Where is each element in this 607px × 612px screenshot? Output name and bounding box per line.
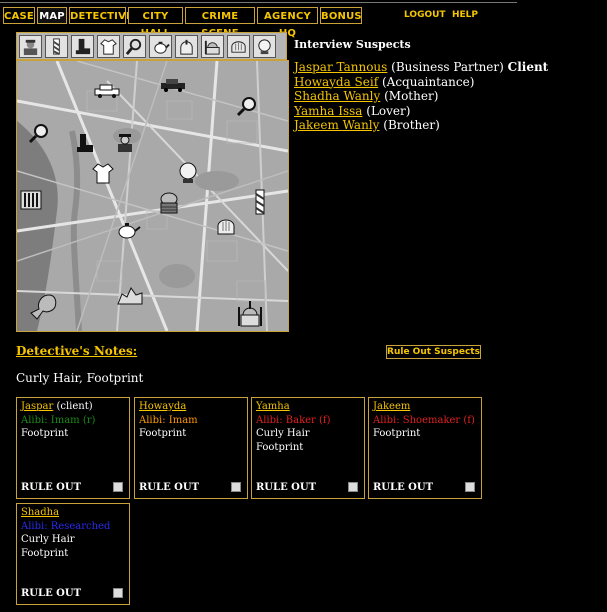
suspect-row: Yamha Issa (Lover) [294,104,594,119]
city-map[interactable] [16,60,289,332]
rule-out-checkbox[interactable] [465,482,475,492]
tab-crime-scene[interactable]: CRIME SCENE [185,7,255,39]
pointing-hand-icon[interactable] [29,289,59,325]
library-icon[interactable] [19,187,43,215]
boot-icon[interactable] [71,34,94,58]
suspect-row: Shadha Wanly (Mother) [294,89,594,104]
tab-agency-hq[interactable]: AGENCY HQ [257,7,318,39]
suspect-role: (Mother) [384,89,439,103]
card-name-link[interactable]: Jaspar [21,401,53,412]
card-name-link[interactable]: Shadha [21,507,59,518]
card-trait: Curly Hair [256,428,310,439]
magnifier-icon[interactable] [123,34,146,58]
card-trait: Footprint [373,428,421,439]
card-trait: Footprint [21,547,69,559]
mosque-icon[interactable] [237,299,263,331]
card-name-link[interactable]: Yamha [256,401,290,412]
interview-suspects-panel: Interview Suspects Jaspar Tannous (Busin… [294,38,594,133]
rule-out-label: RULE OUT [256,482,317,493]
teapot-icon[interactable] [115,219,141,245]
boot-icon[interactable] [74,133,94,157]
rule-out-label: RULE OUT [373,482,434,493]
detective-icon[interactable] [115,131,135,157]
suspect-role: (Acquaintance) [381,74,475,89]
barber-pole-icon[interactable] [45,34,68,58]
suspect-link-shadha[interactable]: Shadha Wanly [294,89,380,103]
shirt-icon[interactable] [97,34,120,58]
suspect-link-howayda[interactable]: Howayda Seif [294,75,378,89]
shirt-icon[interactable] [91,161,115,189]
suspect-card-jakeem: Jakeem Alibi: Shoemaker (f) Footprint RU… [368,397,482,499]
bread-icon[interactable] [227,34,250,58]
detective-icon[interactable] [19,34,42,58]
suspect-link-jakeem[interactable]: Jakeem Wanly [294,118,379,132]
rubble-icon[interactable] [116,284,144,310]
notes-clues: Curly Hair, Footprint [16,371,144,385]
bread-icon[interactable] [215,215,237,241]
suspect-row: Jakeem Wanly (Brother) [294,118,594,133]
card-trait: Footprint [256,441,304,453]
car-icon[interactable] [94,83,120,102]
tab-case[interactable]: CASE [3,7,35,24]
client-badge: Client [507,60,549,74]
card-name-link[interactable]: Jakeem [373,401,410,412]
taxi-icon[interactable] [160,77,186,96]
rule-out-suspects-button[interactable]: Rule Out Suspects [386,345,481,359]
bread-basket-icon[interactable] [158,191,180,219]
suspect-link-yamha[interactable]: Yamha Issa [294,104,362,118]
rule-out-checkbox[interactable] [113,588,123,598]
suspect-card-shadha: Shadha Alibi: Researched Curly Hair Foot… [16,503,130,605]
card-alibi: Alibi: Imam [139,414,198,426]
barber-pole-icon[interactable] [254,189,266,219]
card-trait: Curly Hair [21,534,75,545]
card-trait: Footprint [21,428,69,439]
card-alibi: Alibi: Baker (f) [256,414,331,426]
suspect-role: (Brother) [383,118,440,132]
help-link[interactable]: HELP [452,10,478,20]
rule-out-checkbox[interactable] [231,482,241,492]
card-tag: (client) [56,401,93,412]
rule-out-checkbox[interactable] [113,482,123,492]
nav-divider [0,2,517,3]
mosque-dome-icon[interactable] [201,34,224,58]
card-alibi: Alibi: Researched [21,520,111,532]
logout-link[interactable]: LOGOUT [404,10,446,20]
rule-out-label: RULE OUT [21,588,82,599]
interview-heading: Interview Suspects [294,38,411,51]
top-navigation: CASE MAP DETECTIVE CITY HALL CRIME SCENE… [0,0,607,39]
magnifier-icon[interactable] [28,122,50,148]
magnifier-icon[interactable] [236,95,258,121]
card-trait: Footprint [139,428,187,439]
suspect-row: Jaspar Tannous (Business Partner) Client [294,60,594,75]
tab-city-hall[interactable]: CITY HALL [128,7,183,39]
suspect-row: Howayda Seif (Acquaintance) [294,75,594,90]
crystal-ball-icon[interactable] [253,34,276,58]
suspect-card-yamha: Yamha Alibi: Baker (f) Curly Hair Footpr… [251,397,365,499]
mosque-icon[interactable] [175,34,198,58]
card-name-link[interactable]: Howayda [139,401,186,412]
suspect-role: (Business Partner) [391,60,504,74]
card-alibi: Alibi: Imam (r) [21,414,96,426]
teapot-icon[interactable] [149,34,172,58]
suspect-role: (Lover) [366,103,411,118]
detectives-notes-title: Detective's Notes: [16,344,138,358]
suspect-card-howayda: Howayda Alibi: Imam Footprint RULE OUT [134,397,248,499]
suspect-link-jaspar[interactable]: Jaspar Tannous [294,60,387,74]
card-alibi: Alibi: Shoemaker (f) [373,414,475,426]
rule-out-label: RULE OUT [139,482,200,493]
tab-detective[interactable]: DETECTIVE [69,7,133,24]
crystal-ball-icon[interactable] [177,161,199,189]
location-icon-bar [16,32,287,60]
rule-out-checkbox[interactable] [348,482,358,492]
tab-bonus[interactable]: BONUS [320,7,362,24]
suspect-card-jaspar: Jaspar (client) Alibi: Imam (r) Footprin… [16,397,130,499]
rule-out-label: RULE OUT [21,482,82,493]
tab-map[interactable]: MAP [37,7,67,24]
